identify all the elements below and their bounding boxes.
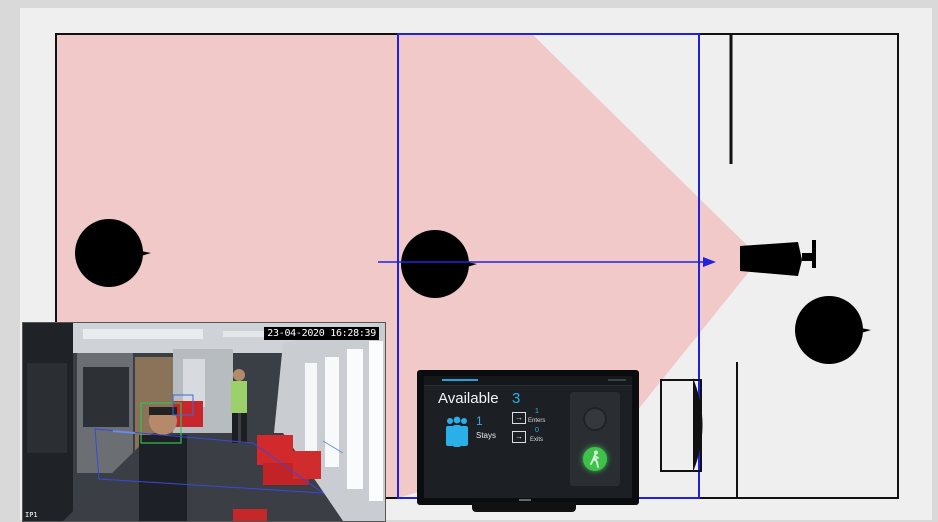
walking-person-icon	[590, 450, 599, 468]
occupancy-monitor: Available 3 1 Stays → 1 Enters → 0 Exits	[417, 370, 639, 505]
exit-arrow-icon: →	[512, 431, 526, 443]
traffic-light-panel	[570, 392, 620, 486]
cctv-timestamp: 23-04-2020 16:28:39	[264, 327, 379, 340]
enters-label: Enters	[528, 418, 546, 424]
screen-top-bar	[424, 376, 632, 386]
go-light-icon	[583, 447, 607, 471]
cctv-scene	[23, 323, 385, 521]
cctv-camera-label: IP1	[25, 511, 38, 519]
window-controls-icon	[608, 379, 626, 381]
availability-count: 3	[512, 390, 521, 407]
availability-label: Available	[438, 390, 499, 407]
enters-count: 1	[535, 408, 539, 415]
enter-arrow-icon: →	[512, 412, 526, 424]
person-icon	[795, 296, 871, 364]
cctv-feed: 23-04-2020 16:28:39 IP1	[22, 322, 386, 522]
occupancy-screen: Available 3 1 Stays → 1 Enters → 0 Exits	[424, 376, 632, 498]
stop-light-icon	[583, 407, 607, 431]
exits-count: 0	[535, 427, 539, 434]
monitor-logo	[519, 499, 531, 501]
active-tab-indicator	[442, 379, 478, 381]
people-icon	[446, 416, 468, 447]
monitor-stand	[472, 502, 576, 512]
exits-label: Exits	[530, 437, 544, 443]
stays-count: 1	[476, 414, 483, 428]
camera-icon	[740, 240, 816, 276]
stays-label: Stays	[476, 431, 497, 440]
